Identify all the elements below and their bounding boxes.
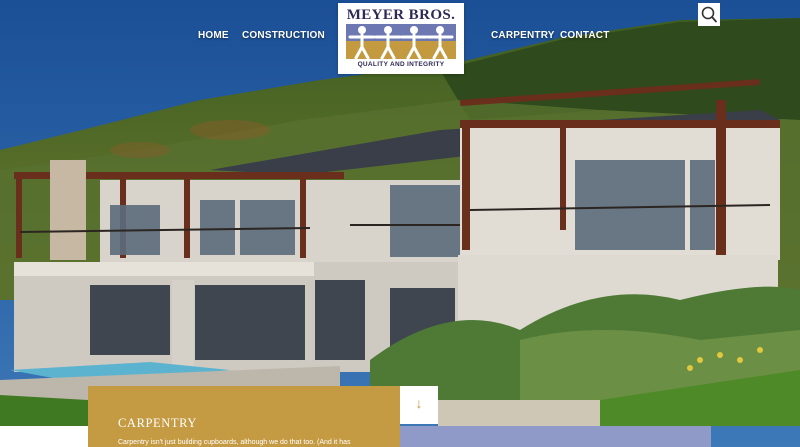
logo-name: MEYER BROS. <box>346 7 456 23</box>
nav-carpentry[interactable]: CARPENTRY <box>491 30 555 41</box>
nav-construction[interactable]: CONSTRUCTION <box>242 30 325 41</box>
card-text: Carpentry isn't just building cupboards,… <box>118 439 351 446</box>
blue-panel <box>400 426 711 447</box>
nav-contact[interactable]: CONTACT <box>560 30 610 41</box>
scroll-down-button[interactable]: ↓ <box>400 386 438 424</box>
site-logo[interactable]: MEYER BROS. QUALITY AND INTEGRITY <box>338 3 464 74</box>
nav-home[interactable]: HOME <box>198 30 229 41</box>
logo-figures-icon <box>348 26 454 60</box>
carpentry-card: CARPENTRY Carpentry isn't just building … <box>88 386 400 447</box>
card-title: CARPENTRY <box>118 416 198 430</box>
footer-strip <box>0 426 88 447</box>
search-icon <box>701 6 717 23</box>
arrow-down-icon: ↓ <box>415 395 423 411</box>
search-button[interactable] <box>698 3 720 26</box>
logo-tagline: QUALITY AND INTEGRITY <box>357 61 445 68</box>
